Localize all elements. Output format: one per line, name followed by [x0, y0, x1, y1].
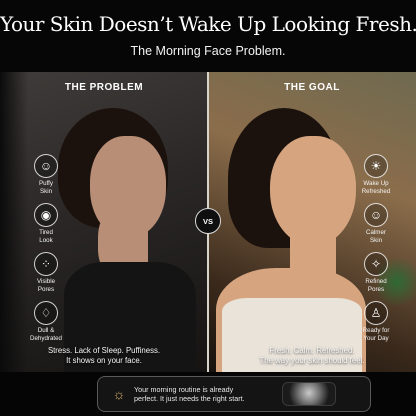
page-title: Your Skin Doesn’t Wake Up Looking Fresh. [0, 12, 416, 36]
goal-panel: THE GOAL ☀ Wake Up Refreshed ☺ Calmer Sk… [208, 72, 416, 372]
goal-item-ready: ♙ Ready for Your Day [356, 301, 396, 342]
problem-left-shadow [0, 72, 28, 372]
page-subtitle: The Morning Face Problem. [130, 44, 286, 58]
goal-caption: Fresh. Calm. Refreshed. The way your ski… [259, 346, 365, 365]
goal-item-refreshed: ☀ Wake Up Refreshed [356, 154, 396, 195]
problem-caption: Stress. Lack of Sleep. Puffiness. It sho… [47, 346, 161, 365]
goal-neck [290, 232, 336, 278]
goal-list: ☀ Wake Up Refreshed ☺ Calmer Skin ✧ Refi… [356, 154, 396, 342]
problem-item-label: Visible Pores [36, 278, 56, 293]
person-icon: ♙ [364, 301, 388, 325]
goal-item-label: Wake Up Refreshed [361, 180, 391, 195]
routine-text: Your morning routine is already perfect.… [134, 385, 245, 403]
problem-list: ☺ Puffy Skin ◉ Tired Look ⁘ Visible Pore… [26, 154, 66, 342]
problem-item-tired: ◉ Tired Look [26, 203, 66, 244]
sparkle-icon: ✧ [364, 252, 388, 276]
droplet-icon: ♢ [34, 301, 58, 325]
problem-heading: THE PROBLEM [64, 82, 144, 93]
problem-panel: THE PROBLEM ☺ Puffy Skin ◉ Tired Look ⁘ … [0, 72, 208, 372]
goal-item-label: Ready for Your Day [362, 327, 390, 342]
vs-badge: VS [195, 208, 221, 234]
problem-neck [112, 230, 148, 270]
face-icon: ☺ [34, 154, 58, 178]
calm-face-icon: ☺ [364, 203, 388, 227]
routine-banner: ☼ Your morning routine is already perfec… [97, 376, 371, 412]
ad-banner: Your Skin Doesn’t Wake Up Looking Fresh.… [0, 0, 416, 416]
problem-item-puffy: ☺ Puffy Skin [26, 154, 66, 195]
problem-face [90, 136, 166, 238]
problem-hand [98, 214, 126, 272]
problem-hair [58, 108, 168, 228]
goal-item-calmer: ☺ Calmer Skin [356, 203, 396, 244]
pores-icon: ⁘ [34, 252, 58, 276]
eye-icon: ◉ [34, 203, 58, 227]
goal-heading: THE GOAL [284, 82, 340, 93]
product-image [282, 382, 336, 406]
sunrise-icon: ☼ [112, 386, 126, 402]
goal-item-label: Refined Pores [365, 278, 387, 293]
goal-hair [228, 108, 340, 248]
goal-face [270, 136, 356, 246]
goal-item-pores: ✧ Refined Pores [356, 252, 396, 293]
bottom-bar: ☼ Your morning routine is already perfec… [0, 372, 416, 416]
goal-item-label: Calmer Skin [366, 229, 386, 244]
problem-item-label: Puffy Skin [39, 180, 53, 195]
problem-item-label: Tired Look [39, 229, 53, 244]
sun-icon: ☀ [364, 154, 388, 178]
problem-item-pores: ⁘ Visible Pores [26, 252, 66, 293]
header: Your Skin Doesn’t Wake Up Looking Fresh.… [0, 0, 416, 72]
problem-item-label: Dull & Dehydrated [30, 327, 62, 342]
problem-item-dull: ♢ Dull & Dehydrated [26, 301, 66, 342]
